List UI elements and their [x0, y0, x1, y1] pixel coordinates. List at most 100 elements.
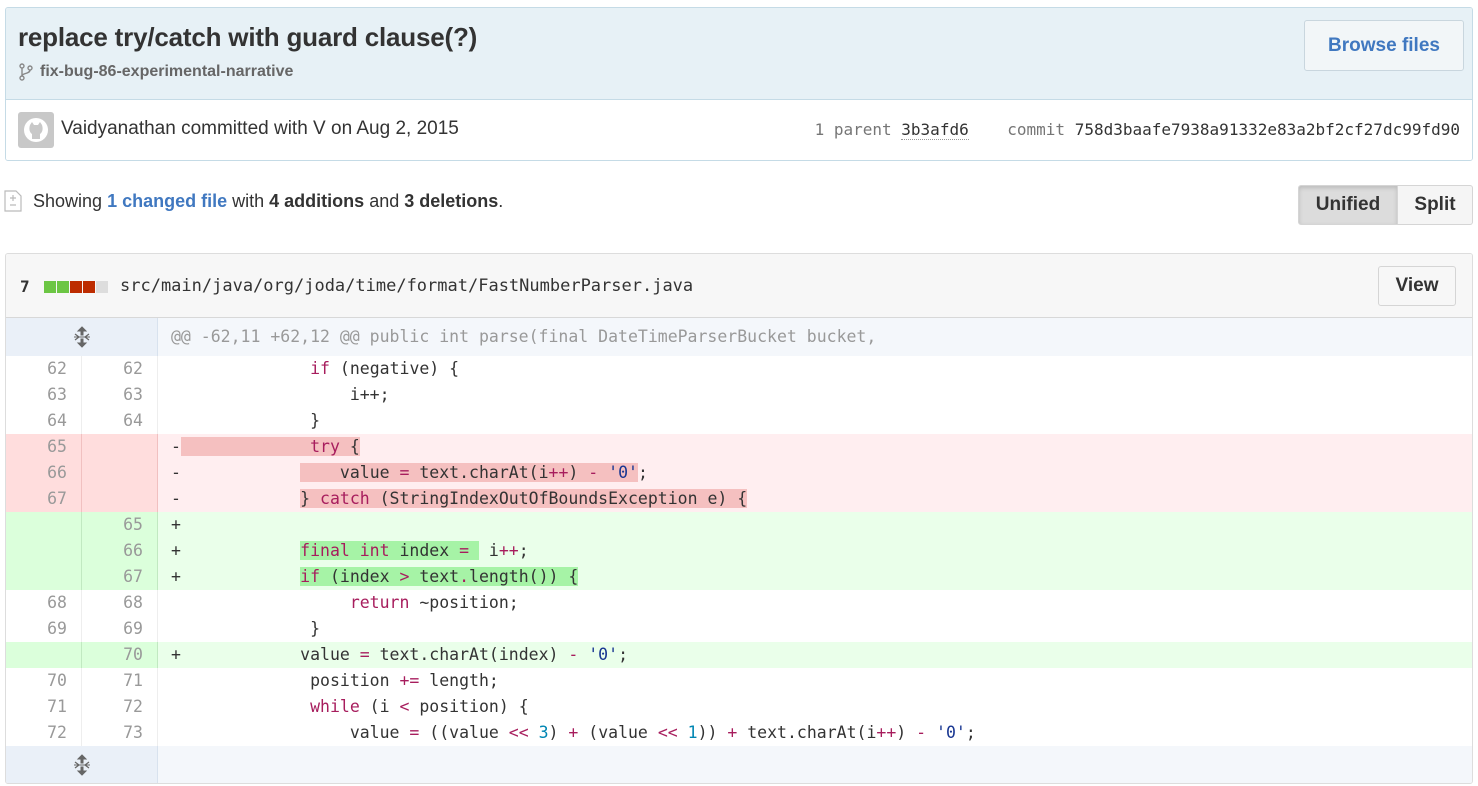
period-text: . [498, 190, 504, 211]
code-line: i++; [158, 382, 1472, 408]
new-line-number[interactable] [82, 434, 158, 460]
new-line-number[interactable]: 71 [82, 668, 158, 694]
new-line-number[interactable]: 63 [82, 382, 158, 408]
code-token: int [359, 541, 390, 560]
new-line-number[interactable]: 65 [82, 512, 158, 538]
author-line: Vaidyanathan committed with V on Aug 2, … [61, 118, 459, 139]
commit-panel: replace try/catch with guard clause(?) f… [5, 7, 1473, 161]
table-row: 62 62 if (negative) { [6, 356, 1472, 382]
new-line-number[interactable] [82, 460, 158, 486]
old-line-number[interactable] [6, 642, 82, 668]
new-line-number[interactable]: 69 [82, 616, 158, 642]
table-row: 64 64 } [6, 408, 1472, 434]
code-token: final [300, 541, 350, 560]
expand-down-button[interactable] [6, 746, 158, 783]
branch-icon [19, 63, 33, 81]
branch-name[interactable]: fix-bug-86-experimental-narrative [18, 63, 293, 81]
code-token: if [310, 359, 330, 378]
code-token: ; [965, 723, 976, 742]
new-line-number[interactable]: 73 [82, 720, 158, 746]
old-line-number[interactable]: 71 [6, 694, 82, 720]
code-token: while [310, 697, 360, 716]
old-line-number[interactable] [6, 512, 82, 538]
code-token: length()) { [469, 567, 579, 586]
code-token: value [349, 723, 410, 742]
file-header: 7 src/main/java/org/joda/time/format/Fas… [6, 254, 1472, 318]
commit-header: replace try/catch with guard clause(?) f… [6, 8, 1472, 100]
code-token: - [568, 645, 579, 664]
code-line: position += length; [158, 668, 1472, 694]
table-row: 69 69 } [6, 616, 1472, 642]
diffstat-block [96, 281, 108, 293]
old-line-number[interactable]: 64 [6, 408, 82, 434]
expand-up-button[interactable] [6, 318, 158, 356]
new-line-number[interactable] [82, 486, 158, 512]
code-token: << [657, 723, 678, 742]
code-token: ; [518, 541, 529, 560]
code-token: value [300, 645, 360, 664]
code-token: i++; [349, 385, 390, 404]
old-line-number[interactable]: 72 [6, 720, 82, 746]
code-token: . [459, 567, 470, 586]
with-text: with [232, 190, 265, 211]
new-line-number[interactable]: 66 [82, 538, 158, 564]
unified-button[interactable]: Unified [1298, 185, 1398, 225]
new-line-number[interactable]: 64 [82, 408, 158, 434]
split-button[interactable]: Split [1398, 185, 1473, 225]
code-token: ((value [419, 723, 509, 742]
file-path: src/main/java/org/joda/time/format/FastN… [120, 276, 694, 296]
old-line-number[interactable]: 62 [6, 356, 82, 382]
code-token: ) [568, 463, 589, 482]
code-token: << [508, 723, 529, 742]
parent-sha-link[interactable]: 3b3afd6 [901, 120, 969, 140]
diffstat-count: 7 [20, 277, 30, 296]
old-line-number[interactable]: 68 [6, 590, 82, 616]
code-token: (index [320, 567, 400, 586]
old-line-number[interactable]: 65 [6, 434, 82, 460]
code-line: + [171, 515, 181, 534]
diff-table: @@ -62,11 +62,12 @@ public int parse(fin… [6, 318, 1472, 783]
diffstat-block [70, 281, 82, 293]
new-line-number[interactable]: 67 [82, 564, 158, 590]
old-line-number[interactable] [6, 538, 82, 564]
commit-meta: Vaidyanathan committed with V on Aug 2, … [6, 101, 1472, 160]
code-token: } [310, 619, 321, 638]
old-line-number[interactable]: 67 [6, 486, 82, 512]
code-token: i [478, 541, 499, 560]
new-line-number[interactable]: 68 [82, 590, 158, 616]
changed-files-link[interactable]: 1 changed file [107, 191, 227, 212]
avatar[interactable] [18, 112, 54, 148]
old-line-number[interactable]: 63 [6, 382, 82, 408]
code-token: { [339, 437, 360, 456]
code-line: } [158, 616, 1472, 642]
old-line-number[interactable]: 69 [6, 616, 82, 642]
diff-view-toggle: Unified Split [1298, 185, 1473, 225]
diffstat-block [57, 281, 69, 293]
file-diff: 7 src/main/java/org/joda/time/format/Fas… [5, 253, 1473, 784]
code-token: '0' [936, 723, 966, 742]
code-token: try [310, 437, 340, 456]
code-token: = [409, 723, 420, 742]
view-file-button[interactable]: View [1378, 266, 1456, 306]
code-line: - value = text.charAt(i++) - '0'; [171, 463, 648, 482]
table-row: 71 72 while (i < position) { [6, 694, 1472, 720]
old-line-number[interactable]: 66 [6, 460, 82, 486]
diffstat-block [83, 281, 95, 293]
new-line-number[interactable]: 70 [82, 642, 158, 668]
old-line-number[interactable] [6, 564, 82, 590]
browse-files-button[interactable]: Browse files [1304, 20, 1464, 71]
code-token: length; [419, 671, 499, 690]
code-line: value = ((value << 3) + (value << 1)) + … [158, 720, 1472, 746]
new-line-number[interactable]: 62 [82, 356, 158, 382]
old-line-number[interactable]: 70 [6, 668, 82, 694]
github-octocat-icon [24, 118, 48, 142]
table-row-deletion: 66 - value = text.charAt(i++) - '0'; [6, 460, 1472, 486]
and-text: and [369, 190, 400, 211]
commit-sha: 758d3baafe7938a91332e83a2bf2cf27dc99fd90 [1074, 120, 1460, 139]
code-token: = [459, 541, 470, 560]
new-line-number[interactable]: 72 [82, 694, 158, 720]
table-row-addition: 67 + if (index > text.length()) { [6, 564, 1472, 590]
commit-label: commit [1007, 120, 1066, 139]
